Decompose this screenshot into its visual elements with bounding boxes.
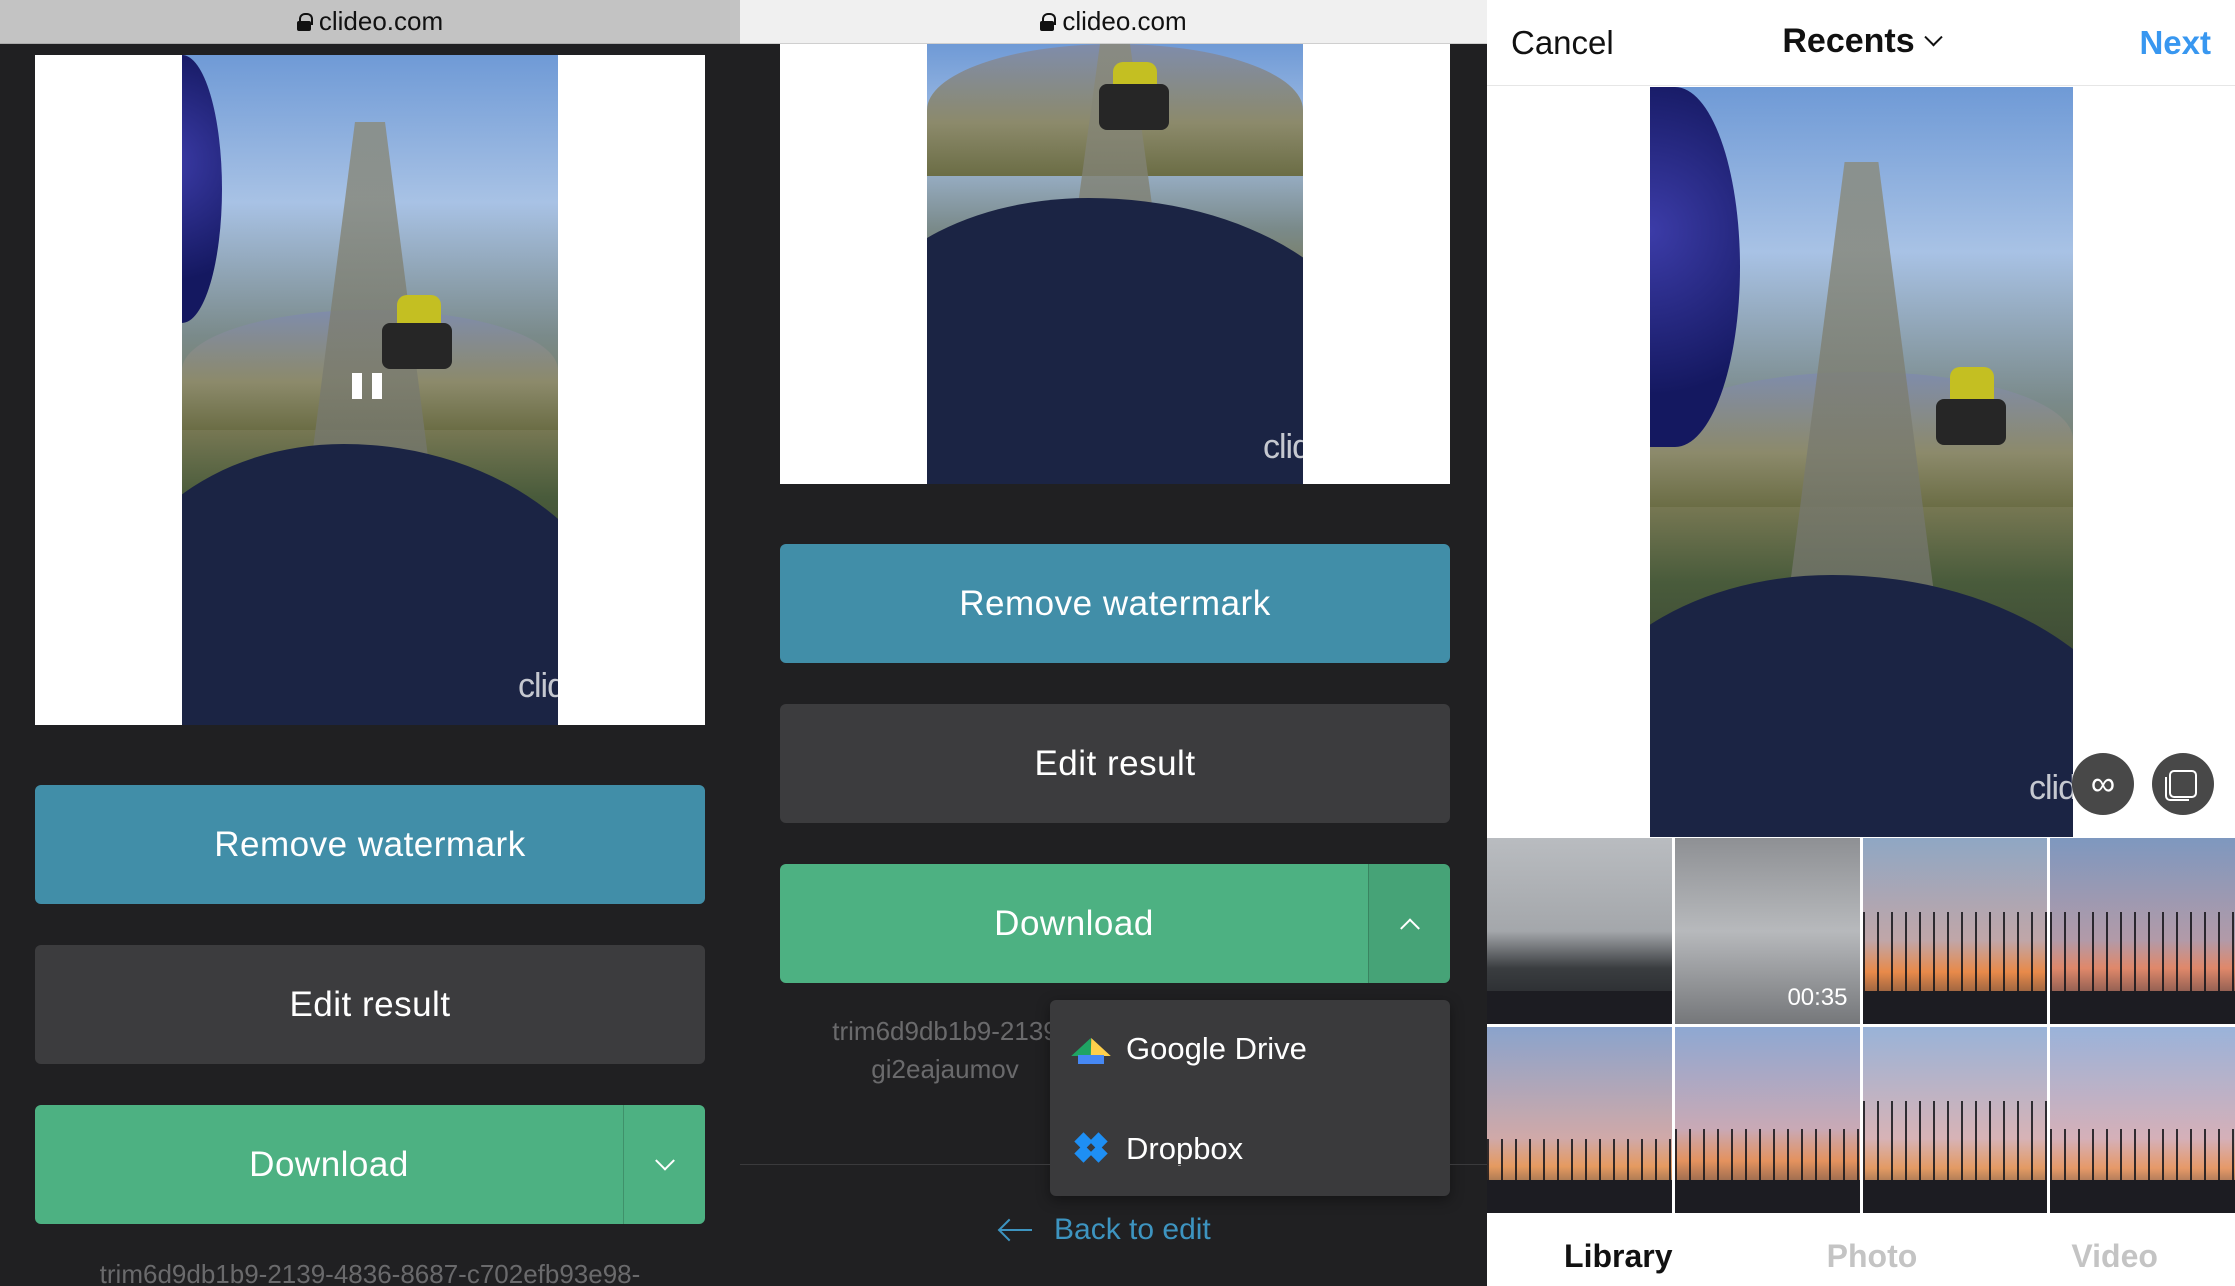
clideo-result-screen-download-menu: clideo.com clideo.com Remove watermark E… [740,0,1487,1286]
address-bar-url: clideo.com [318,6,444,36]
download-button[interactable]: Download [35,1105,705,1224]
tab-library[interactable]: Library [1564,1238,1672,1275]
clideo-result-screen-paused: clideo.com clideo.com Remove watermark E… [0,0,740,1286]
media-grid: 00:35 [1487,838,2235,1228]
tab-photo[interactable]: Photo [1827,1238,1918,1275]
remove-watermark-button[interactable]: Remove watermark [780,544,1450,663]
download-label: Download [249,1144,409,1184]
edit-result-button[interactable]: Edit result [780,704,1450,823]
video-preview[interactable]: clideo.com [780,44,1450,484]
lock-icon [296,12,313,31]
arrow-left-icon [998,1218,1034,1242]
media-thumbnail[interactable] [1487,838,1672,1024]
picker-header: Cancel Recents Next [1487,0,2235,86]
media-thumbnail[interactable] [2050,838,2235,1024]
address-bar-url: clideo.com [1062,6,1187,36]
selected-media-preview[interactable]: clideo.com ∞ [1487,87,2235,837]
output-filename: trim6d9db1b9-2139-4836-8687-c702efb93e98… [99,1259,641,1286]
dropbox-icon [1074,1132,1108,1165]
menu-item-google-drive[interactable]: Google Drive [1050,1014,1450,1084]
multiple-select-icon [2165,770,2197,801]
album-selector[interactable]: Recents [1487,22,2235,61]
media-thumbnail[interactable] [2050,1027,2235,1213]
infinity-icon: ∞ [2090,764,2116,803]
address-bar[interactable]: clideo.com [0,0,740,44]
instagram-media-picker: Cancel Recents Next clideo.com ∞ 00:35 [1487,0,2235,1286]
edit-result-button[interactable]: Edit result [35,945,705,1064]
chevron-down-icon [654,1150,675,1171]
media-thumbnail[interactable] [1862,838,2048,1024]
back-to-edit-label: Back to edit [1054,1213,1211,1246]
address-bar[interactable]: clideo.com [740,0,1487,44]
watermark: clideo.com [1263,428,1417,466]
remove-watermark-button[interactable]: Remove watermark [35,785,705,904]
pause-icon[interactable] [352,373,382,399]
media-thumbnail[interactable]: 00:35 [1674,838,1860,1024]
chevron-down-icon [1923,28,1943,47]
watermark: clideo.com [518,667,672,705]
album-title: Recents [1782,22,1915,60]
video-frame-image [927,44,1303,484]
media-thumbnail[interactable] [1862,1027,2048,1213]
select-multiple-button[interactable] [2152,753,2214,815]
download-destination-menu: Google Drive Dropbox [1050,1000,1450,1196]
video-preview[interactable]: clideo.com [35,55,705,725]
divider [740,1164,1487,1165]
chevron-up-icon [1399,917,1420,938]
tab-video[interactable]: Video [2071,1238,2158,1275]
download-options-toggle[interactable] [623,1105,705,1224]
next-button[interactable]: Next [2139,24,2211,62]
lock-icon [1040,12,1057,31]
media-thumbnail[interactable] [1674,1027,1860,1213]
menu-item-label: Dropbox [1126,1131,1244,1166]
menu-item-label: Google Drive [1126,1031,1307,1066]
picker-tab-bar: Library Photo Video [1487,1230,2235,1286]
download-options-toggle[interactable] [1368,864,1450,983]
video-frame-image [1650,87,2073,837]
media-thumbnail[interactable] [1487,1027,1672,1213]
download-button[interactable]: Download [780,864,1450,983]
menu-item-dropbox[interactable]: Dropbox [1050,1114,1450,1184]
video-duration: 00:35 [1787,984,1848,1011]
download-label: Download [994,903,1154,943]
back-to-edit-link[interactable]: Back to edit [998,1213,1211,1247]
google-drive-icon [1071,1034,1111,1064]
boomerang-button[interactable]: ∞ [2072,753,2134,815]
